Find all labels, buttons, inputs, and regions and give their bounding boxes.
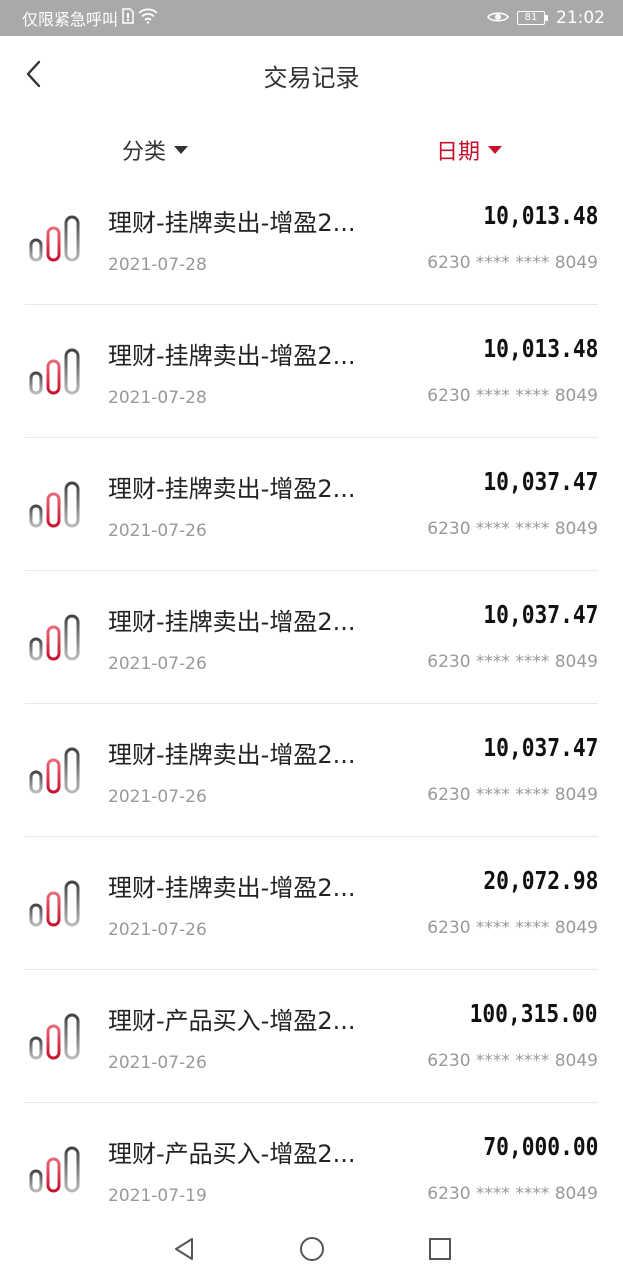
eye-icon <box>487 9 509 28</box>
transaction-title: 理财-挂牌卖出-增盈2... <box>108 741 356 769</box>
transaction-row[interactable]: 理财-产品买入-增盈2... 2021-07-26 100,315.00 6230 *… <box>25 970 598 1103</box>
app-header: 交易记录 <box>0 36 623 114</box>
transaction-row[interactable]: 理财-挂牌卖出-增盈2... 2021-07-26 10,037.47 6230 **… <box>25 438 598 571</box>
status-right: 81 21:02 <box>487 8 605 28</box>
transaction-date: 2021-07-28 <box>108 255 207 275</box>
card-number: 6230 **** **** 8049 <box>427 386 598 406</box>
transaction-amount: 100,315.00 <box>470 999 598 1028</box>
transaction-date: 2021-07-28 <box>108 388 207 408</box>
card-number: 6230 **** **** 8049 <box>427 1051 598 1071</box>
battery-icon: 81 <box>517 11 548 25</box>
system-nav-bar <box>0 1218 623 1280</box>
caret-down-icon <box>488 146 503 154</box>
transaction-amount: 10,013.48 <box>482 201 598 230</box>
wealth-bars-icon <box>29 879 81 927</box>
status-left: 仅限紧急呼叫 <box>22 6 158 30</box>
wifi-icon <box>138 8 158 28</box>
transaction-date: 2021-07-26 <box>108 521 207 541</box>
card-number: 6230 **** **** 8049 <box>427 785 598 805</box>
wealth-bars-icon <box>29 347 81 395</box>
date-filter[interactable]: 日期 <box>436 134 503 166</box>
status-time: 21:02 <box>556 8 605 28</box>
wealth-bars-icon <box>29 214 81 262</box>
status-bar: 仅限紧急呼叫 81 21:02 <box>0 0 623 36</box>
date-filter-label: 日期 <box>436 140 481 165</box>
wealth-bars-icon <box>29 1145 81 1193</box>
sim-icon <box>122 8 134 28</box>
transaction-list-inner: 理财-挂牌卖出-增盈2... 2021-07-28 10,013.48 6230 **… <box>0 184 623 1218</box>
transaction-title: 理财-挂牌卖出-增盈2... <box>108 209 356 237</box>
transaction-date: 2021-07-26 <box>108 920 207 940</box>
transaction-amount: 20,072.98 <box>482 866 598 895</box>
nav-back-button[interactable] <box>164 1229 204 1269</box>
transaction-date: 2021-07-19 <box>108 1186 207 1206</box>
transaction-title: 理财-挂牌卖出-增盈2... <box>108 608 356 636</box>
nav-home-button[interactable] <box>292 1229 332 1269</box>
transaction-title: 理财-挂牌卖出-增盈2... <box>108 475 356 503</box>
transaction-title: 理财-挂牌卖出-增盈2... <box>108 874 356 902</box>
transaction-date: 2021-07-26 <box>108 1053 207 1073</box>
card-number: 6230 **** **** 8049 <box>427 1184 598 1204</box>
transaction-title: 理财-产品买入-增盈2... <box>108 1007 356 1035</box>
card-number: 6230 **** **** 8049 <box>427 652 598 672</box>
caret-down-icon <box>174 146 189 154</box>
transaction-row[interactable]: 理财-产品买入-增盈2... 2021-07-19 70,000.00 6230 **… <box>25 1103 598 1218</box>
transaction-row[interactable]: 理财-挂牌卖出-增盈2... 2021-07-26 10,037.47 6230 **… <box>25 704 598 837</box>
category-filter[interactable]: 分类 <box>122 134 189 166</box>
square-recent-icon <box>428 1238 451 1260</box>
card-number: 6230 **** **** 8049 <box>427 918 598 938</box>
transaction-amount: 10,013.48 <box>482 334 598 363</box>
transaction-title: 理财-挂牌卖出-增盈2... <box>108 342 356 370</box>
transaction-amount: 70,000.00 <box>482 1132 598 1161</box>
battery-level: 81 <box>517 11 545 25</box>
circle-home-icon <box>299 1237 324 1261</box>
transaction-list[interactable]: 理财-挂牌卖出-增盈2... 2021-07-28 10,013.48 6230 **… <box>0 184 623 1218</box>
wealth-bars-icon <box>29 746 81 794</box>
wealth-bars-icon <box>29 1012 81 1060</box>
filter-bar: 分类 日期 <box>0 114 623 184</box>
wealth-bars-icon <box>29 613 81 661</box>
transaction-amount: 10,037.47 <box>482 600 598 629</box>
card-number: 6230 **** **** 8049 <box>427 253 598 273</box>
transaction-amount: 10,037.47 <box>482 733 598 762</box>
transaction-date: 2021-07-26 <box>108 654 207 674</box>
wealth-bars-icon <box>29 480 81 528</box>
nav-recent-button[interactable] <box>420 1229 460 1269</box>
page-title: 交易记录 <box>263 64 360 92</box>
category-filter-label: 分类 <box>122 140 167 165</box>
card-number: 6230 **** **** 8049 <box>427 519 598 539</box>
transaction-date: 2021-07-26 <box>108 787 207 807</box>
transaction-row[interactable]: 理财-挂牌卖出-增盈2... 2021-07-26 20,072.98 6230 **… <box>25 837 598 970</box>
transaction-row[interactable]: 理财-挂牌卖出-增盈2... 2021-07-26 10,037.47 6230 **… <box>25 571 598 704</box>
triangle-back-icon <box>174 1238 193 1260</box>
transaction-row[interactable]: 理财-挂牌卖出-增盈2... 2021-07-28 10,013.48 6230 **… <box>25 305 598 438</box>
transaction-title: 理财-产品买入-增盈2... <box>108 1140 356 1168</box>
carrier-text: 仅限紧急呼叫 <box>22 10 119 29</box>
transaction-row[interactable]: 理财-挂牌卖出-增盈2... 2021-07-28 10,013.48 6230 **… <box>25 184 598 305</box>
transaction-amount: 10,037.47 <box>482 467 598 496</box>
